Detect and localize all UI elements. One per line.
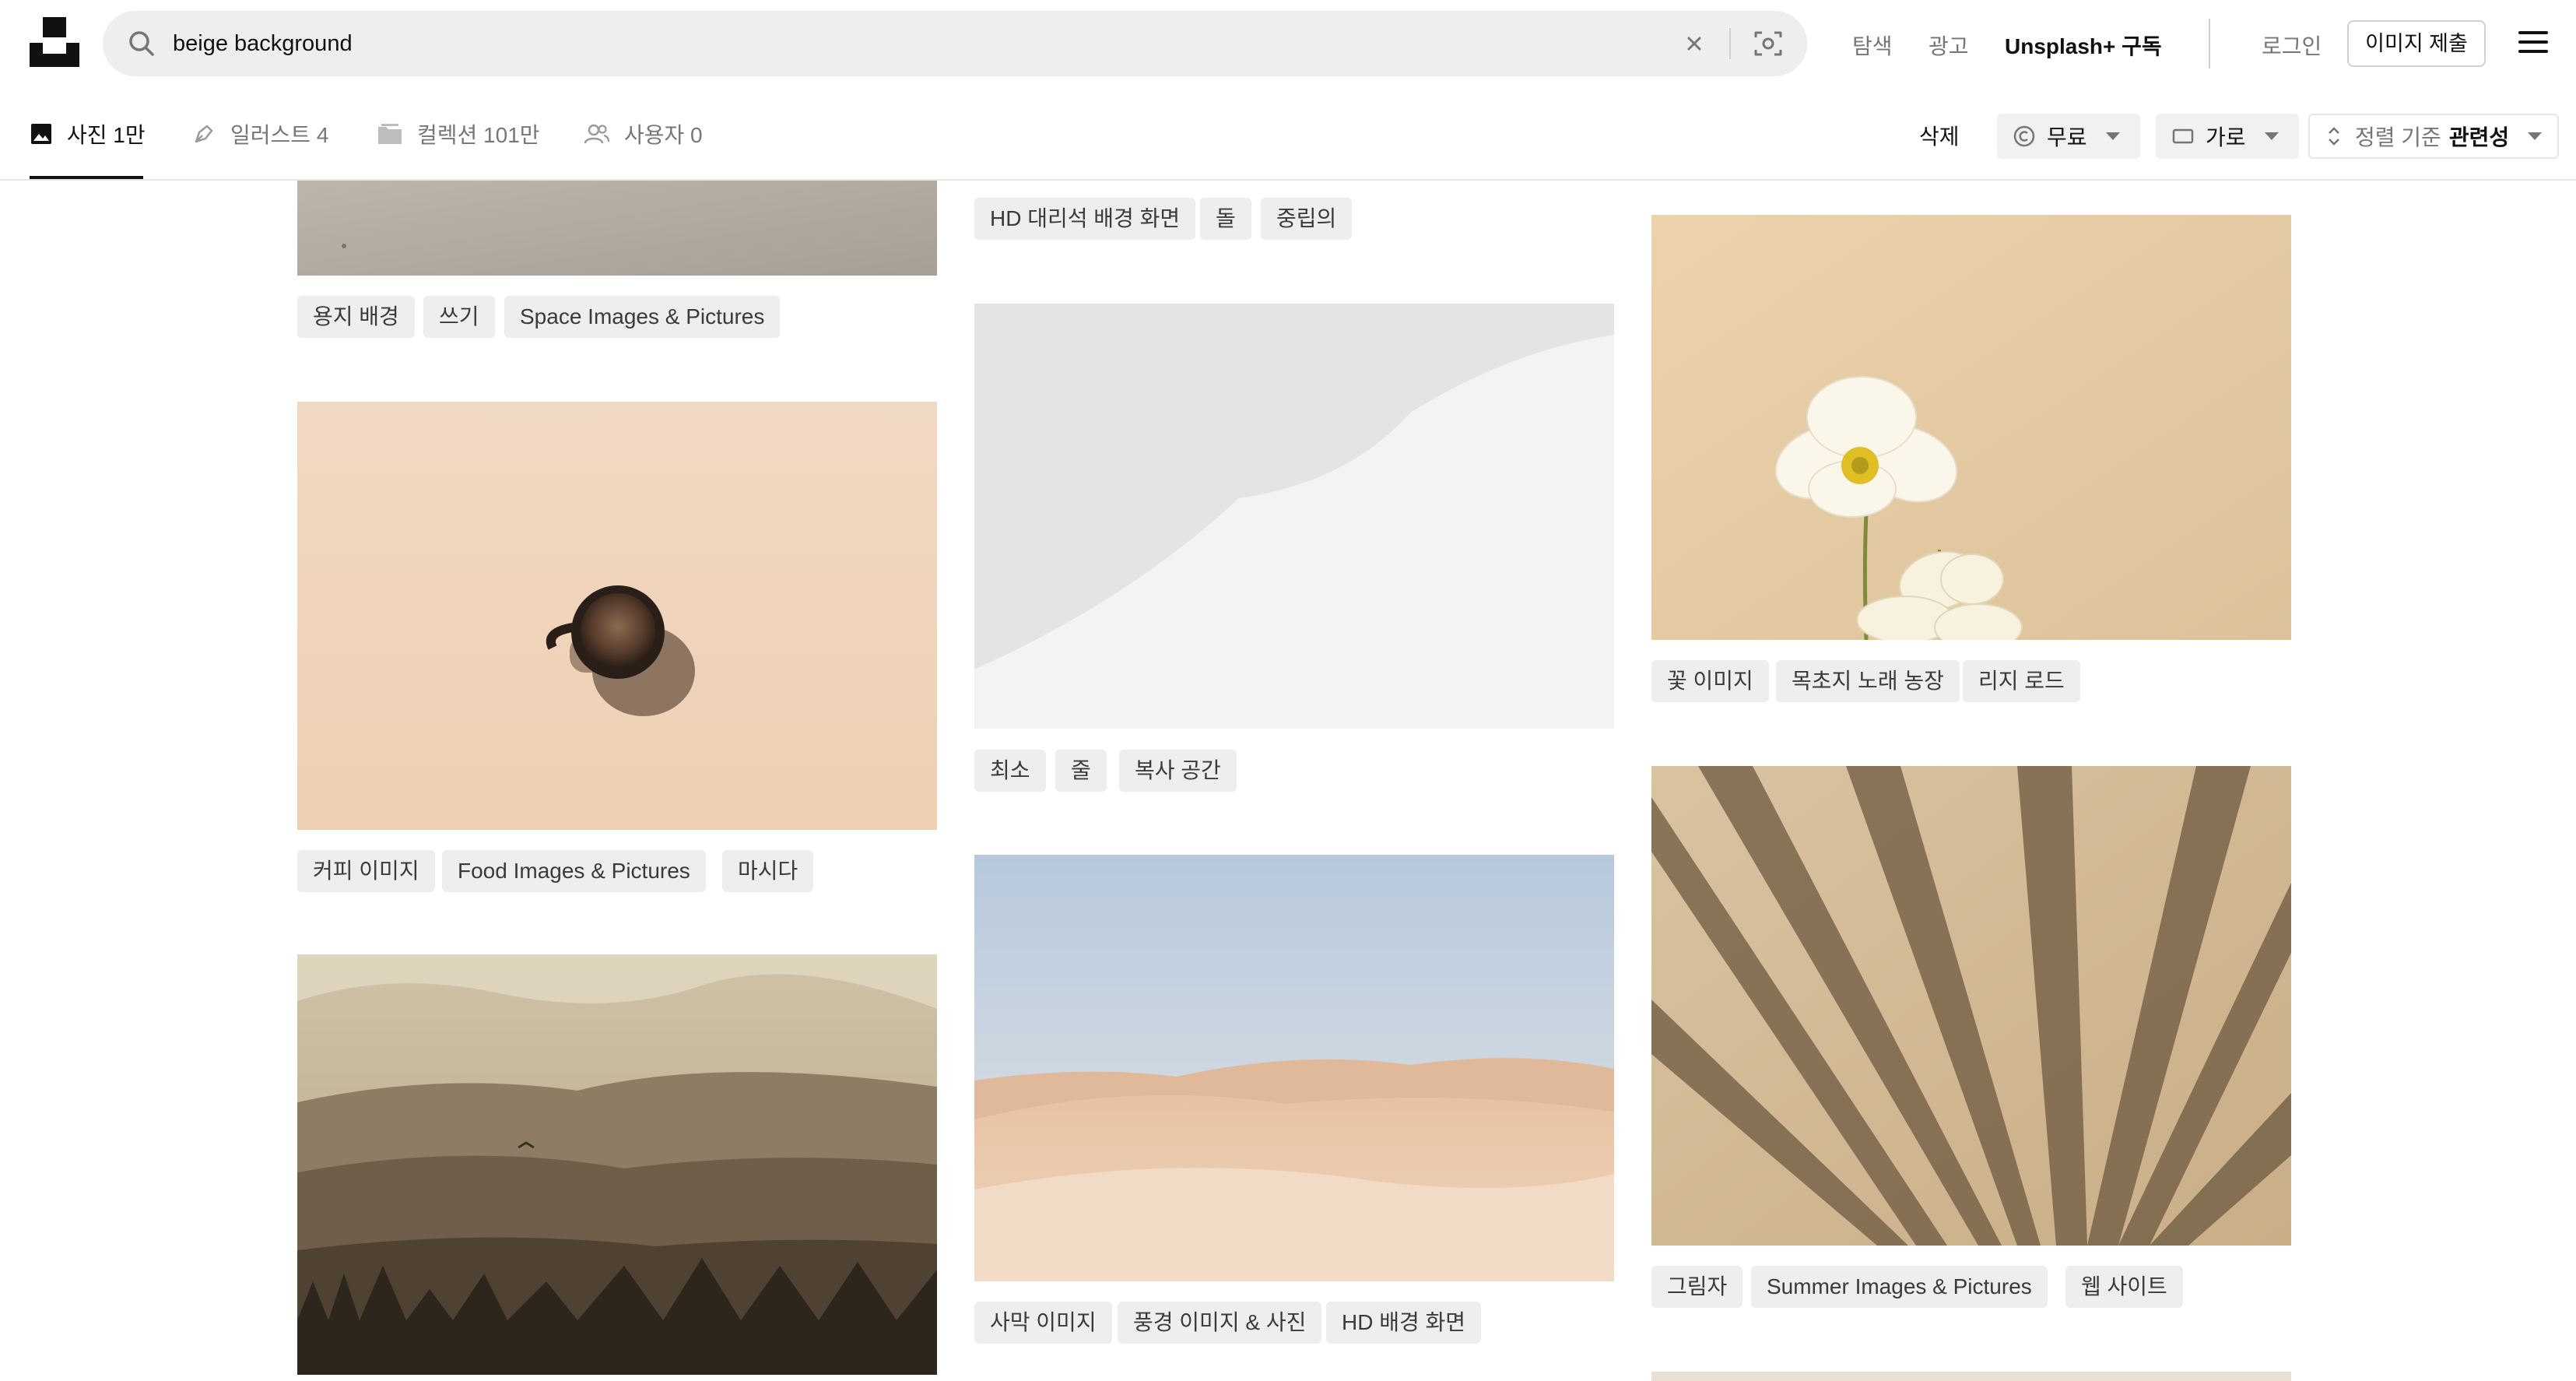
top-header: 탐색 광고 Unsplash+ 구독 로그인 이미지 제출 [0,0,2576,87]
nav-explore-link[interactable]: 탐색 [1852,30,1893,61]
header-divider [2209,19,2210,69]
search-divider [1729,28,1731,59]
tag-chip[interactable]: 그림자 [1651,1266,1743,1308]
users-icon [584,124,610,144]
chevron-down-icon [2264,132,2279,140]
tag-chip[interactable]: 돌 [1200,198,1251,240]
sort-label: 정렬 기준 [2355,125,2441,149]
tab-photos-label: 사진 1만 [67,123,146,147]
orientation-filter-dropdown[interactable]: 가로 [2156,114,2299,159]
tag-chip[interactable]: 사막 이미지 [974,1302,1112,1344]
visual-search-icon[interactable] [1751,26,1785,61]
orientation-filter-value: 가로 [2206,125,2246,149]
photo-palm-shadow[interactable] [1651,766,2291,1246]
sort-value: 관련성 [2448,125,2510,149]
tab-users[interactable]: 사용자 0 [584,117,703,151]
copyright-icon [2013,125,2035,147]
nav-ads-link[interactable]: 광고 [1928,30,1969,61]
tab-collections[interactable]: 컬렉션 101만 [377,117,540,151]
tag-chip[interactable]: Space Images & Pictures [504,296,781,338]
tab-photos[interactable]: 사진 1만 [30,117,146,151]
tag-chip[interactable]: 마시다 [722,850,814,892]
unsplash-plus-link[interactable]: Unsplash+ 구독 [2005,30,2162,61]
photo-minimal-paper[interactable] [974,304,1614,729]
photo-misty-mountains[interactable] [297,954,937,1375]
tag-chip[interactable]: Food Images & Pictures [442,850,706,892]
tag-chip[interactable]: HD 대리석 배경 화면 [974,198,1196,240]
search-icon[interactable] [126,28,157,59]
chevron-down-icon [2528,132,2543,140]
tab-illustrations[interactable]: 일러스트 4 [191,117,328,151]
tag-chip[interactable]: 리지 로드 [1963,660,2080,702]
tag-chip[interactable]: 복사 공간 [1119,750,1237,792]
tag-chip[interactable]: 목초지 노래 농장 [1776,660,1960,702]
photo-next-partial[interactable] [1651,1372,2291,1381]
tag-chip[interactable]: Summer Images & Pictures [1751,1266,2048,1308]
tag-chip[interactable]: 최소 [974,750,1046,792]
tag-chip[interactable]: 용지 배경 [297,296,415,338]
tag-chip[interactable]: HD 배경 화면 [1326,1302,1482,1344]
license-filter-value: 무료 [2047,125,2087,149]
tag-chip[interactable]: 쓰기 [423,296,495,338]
photo-desert-dunes[interactable] [974,855,1614,1281]
tag-chip[interactable]: 줄 [1055,750,1107,792]
tab-illustrations-label: 일러스트 4 [230,123,329,147]
tag-chip[interactable]: 풍경 이미지 & 사진 [1118,1302,1322,1344]
clear-search-icon[interactable] [1679,28,1710,59]
photo-icon [31,124,51,144]
photo-paper-texture[interactable] [297,181,937,276]
tag-chip[interactable]: 커피 이미지 [297,850,435,892]
tab-collections-label: 컬렉션 101만 [417,123,540,147]
collection-icon [378,124,402,144]
search-input[interactable] [173,20,1651,67]
photo-coffee-cup[interactable] [297,402,937,830]
landscape-icon [2172,128,2194,144]
tag-chip[interactable]: 중립의 [1261,198,1353,240]
hamburger-menu-icon[interactable] [2518,30,2550,56]
filter-bar: 사진 1만 일러스트 4 컬렉션 101만 사용자 0 삭제 무료 가로 정렬 … [0,87,2576,181]
tab-users-label: 사용자 0 [624,123,703,147]
tag-chip[interactable]: 웹 사이트 [2065,1266,2183,1308]
login-link[interactable]: 로그인 [2262,30,2322,61]
photo-white-poppies[interactable] [1651,215,2291,640]
submit-image-button[interactable]: 이미지 제출 [2347,20,2486,67]
license-filter-dropdown[interactable]: 무료 [1997,114,2140,159]
unsplash-logo[interactable] [30,17,79,67]
active-tab-indicator [30,176,143,179]
sort-icon [2329,127,2339,146]
tag-chip[interactable]: 꽃 이미지 [1651,660,1769,702]
chevron-down-icon [2105,132,2120,140]
search-bar[interactable] [103,11,1807,76]
clear-filters-link[interactable]: 삭제 [1919,120,1960,151]
pen-nib-icon [195,125,213,143]
sort-dropdown[interactable]: 정렬 기준 관련성 [2308,114,2559,159]
